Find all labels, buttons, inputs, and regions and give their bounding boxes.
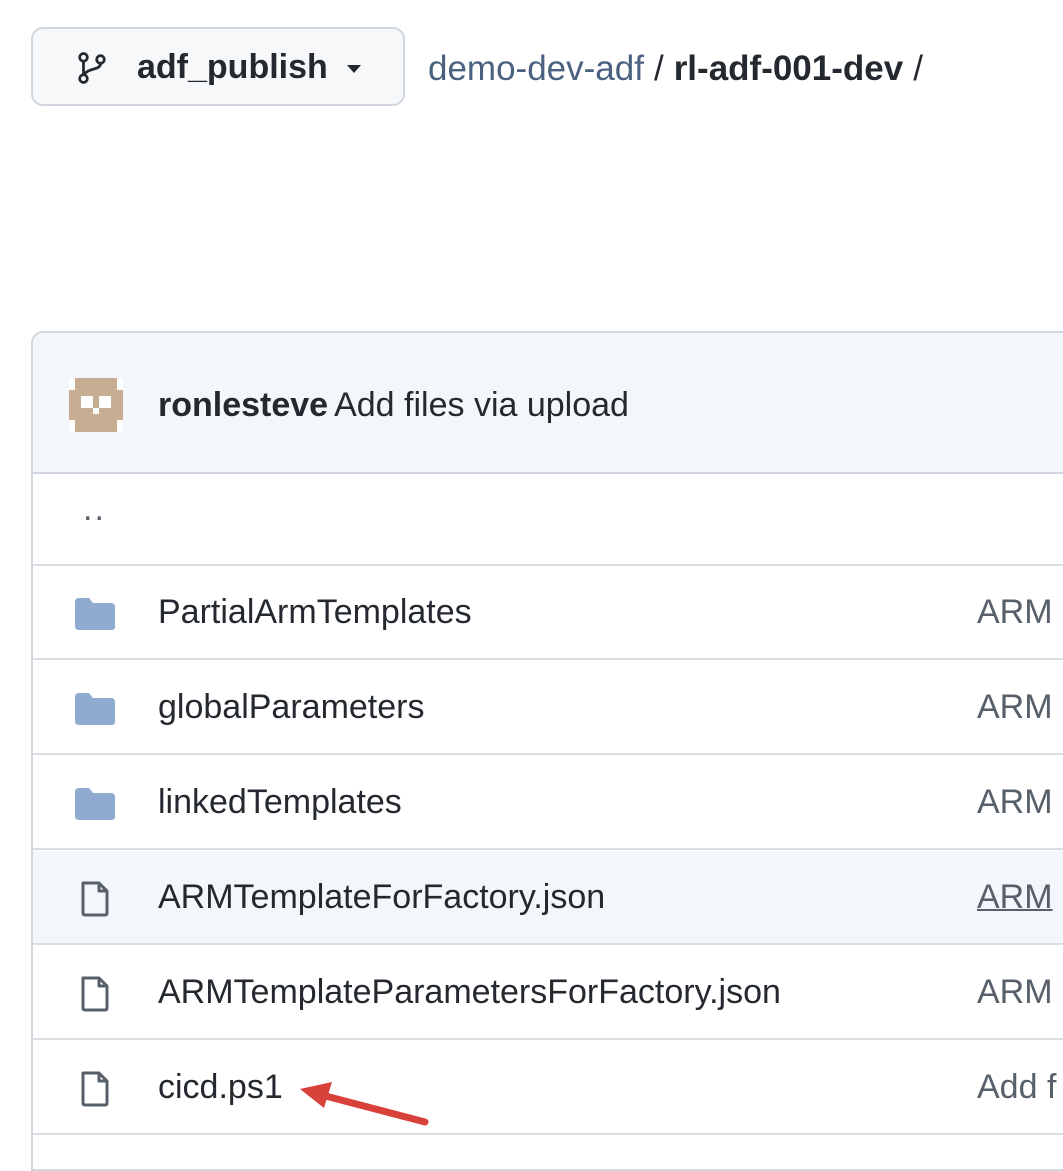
commit-message[interactable]: Add files via upload: [334, 386, 629, 424]
folder-row[interactable]: globalParameters ARM: [33, 661, 1063, 755]
chevron-down-icon: [347, 65, 361, 73]
file-name-link[interactable]: cicd.ps1: [158, 1067, 283, 1107]
file-icon: [81, 881, 109, 917]
folder-row[interactable]: linkedTemplates ARM: [33, 756, 1063, 850]
commit-summary: ronlesteve Add files via upload: [158, 385, 629, 425]
folder-icon: [75, 788, 115, 820]
commit-message-link[interactable]: Add f: [977, 1067, 1056, 1107]
file-name-link[interactable]: globalParameters: [158, 687, 424, 727]
file-row[interactable]: ARMTemplateForFactory.json ARM: [33, 851, 1063, 945]
commit-message-link[interactable]: ARM: [977, 972, 1053, 1012]
breadcrumb-repo-link[interactable]: demo-dev-adf: [428, 49, 644, 88]
latest-commit-row: ronlesteve Add files via upload: [33, 333, 1063, 474]
breadcrumb-separator: /: [653, 49, 664, 88]
red-arrow-annotation: [300, 1082, 429, 1126]
folder-row[interactable]: PartialArmTemplates ARM: [33, 566, 1063, 660]
branch-selector-button[interactable]: adf_publish: [31, 27, 405, 106]
file-name-link[interactable]: ARMTemplateForFactory.json: [158, 877, 605, 917]
commit-message-link[interactable]: ARM: [977, 592, 1053, 632]
file-icon: [81, 976, 109, 1012]
breadcrumb-trailing-separator: /: [913, 49, 923, 88]
folder-icon: [75, 598, 115, 630]
commit-message-link[interactable]: ARM: [977, 877, 1053, 917]
file-name-link[interactable]: linkedTemplates: [158, 782, 402, 822]
file-name-link[interactable]: PartialArmTemplates: [158, 592, 472, 632]
breadcrumb: demo-dev-adf / rl-adf-001-dev /: [428, 48, 933, 90]
file-row[interactable]: ARMTemplateParametersForFactory.json ARM: [33, 946, 1063, 1040]
branch-name: adf_publish: [137, 48, 328, 86]
folder-icon: [75, 693, 115, 725]
parent-directory-link[interactable]: ..: [83, 490, 106, 529]
file-icon: [81, 1071, 109, 1107]
commit-message-link[interactable]: ARM: [977, 782, 1053, 822]
breadcrumb-current-folder: rl-adf-001-dev: [673, 49, 904, 88]
file-browser: ronlesteve Add files via upload .. Partia…: [31, 331, 1063, 1171]
file-name-link[interactable]: ARMTemplateParametersForFactory.json: [158, 972, 781, 1012]
commit-message-link[interactable]: ARM: [977, 687, 1053, 727]
file-row[interactable]: cicd.ps1 Add f: [33, 1041, 1063, 1135]
parent-directory-row[interactable]: ..: [33, 472, 1063, 566]
git-branch-icon: [78, 52, 106, 84]
avatar[interactable]: [69, 378, 123, 432]
commit-author[interactable]: ronlesteve: [158, 386, 328, 424]
top-bar: adf_publish demo-dev-adf / rl-adf-001-dev /: [0, 0, 1063, 140]
